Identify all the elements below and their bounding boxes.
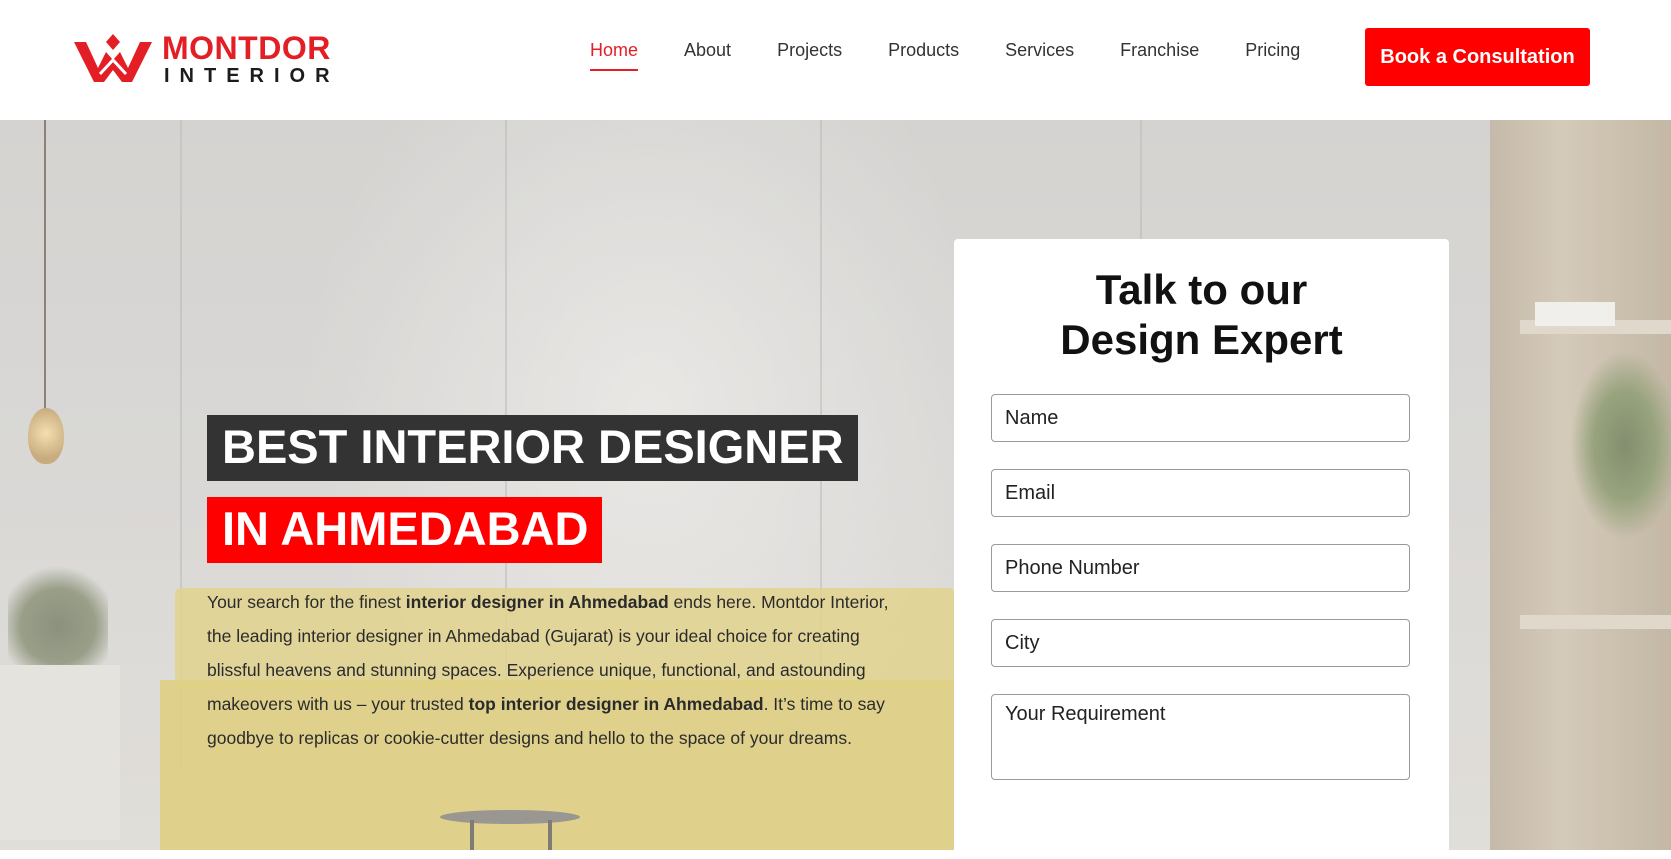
intro-bold-part: interior designer in Ahmedabad [405, 592, 669, 612]
nav-pricing[interactable]: Pricing [1245, 40, 1300, 71]
intro-bold-part: top interior designer in Ahmedabad [468, 694, 764, 714]
book-consultation-button[interactable]: Book a Consultation [1365, 28, 1590, 86]
nav-about[interactable]: About [684, 40, 731, 71]
form-title-line-1: Talk to our [1095, 266, 1308, 313]
nav-home[interactable]: Home [590, 40, 639, 71]
headline-line-1: BEST INTERIOR DESIGNER [207, 415, 858, 481]
email-input[interactable] [991, 469, 1410, 517]
logo-name: MONTDOR [162, 30, 331, 66]
brand-logo[interactable]: MONTDOR INTERIOR [70, 28, 350, 88]
main-nav: Home About Projects Products Services Fr… [590, 40, 1346, 71]
consultation-form: Talk to our Design Expert [954, 239, 1449, 859]
nav-products[interactable]: Products [888, 40, 959, 71]
requirement-textarea[interactable] [991, 694, 1410, 780]
headline-line-2: IN AHMEDABAD [207, 497, 603, 563]
hero-intro-text: Your search for the finest interior desi… [207, 585, 912, 755]
nav-services[interactable]: Services [1005, 40, 1074, 71]
nav-projects[interactable]: Projects [777, 40, 842, 71]
nav-franchise[interactable]: Franchise [1120, 40, 1199, 71]
logo-subtitle: INTERIOR [164, 65, 340, 87]
phone-number-input[interactable] [991, 544, 1410, 592]
form-title: Talk to our Design Expert [954, 265, 1449, 365]
site-header: MONTDOR INTERIOR Home About Projects Pro… [0, 0, 1671, 120]
crown-monogram-icon [74, 34, 152, 82]
form-title-line-2: Design Expert [1060, 316, 1343, 363]
name-input[interactable] [991, 394, 1410, 442]
city-input[interactable] [991, 619, 1410, 667]
intro-text-part: Your search for the finest [207, 592, 406, 612]
